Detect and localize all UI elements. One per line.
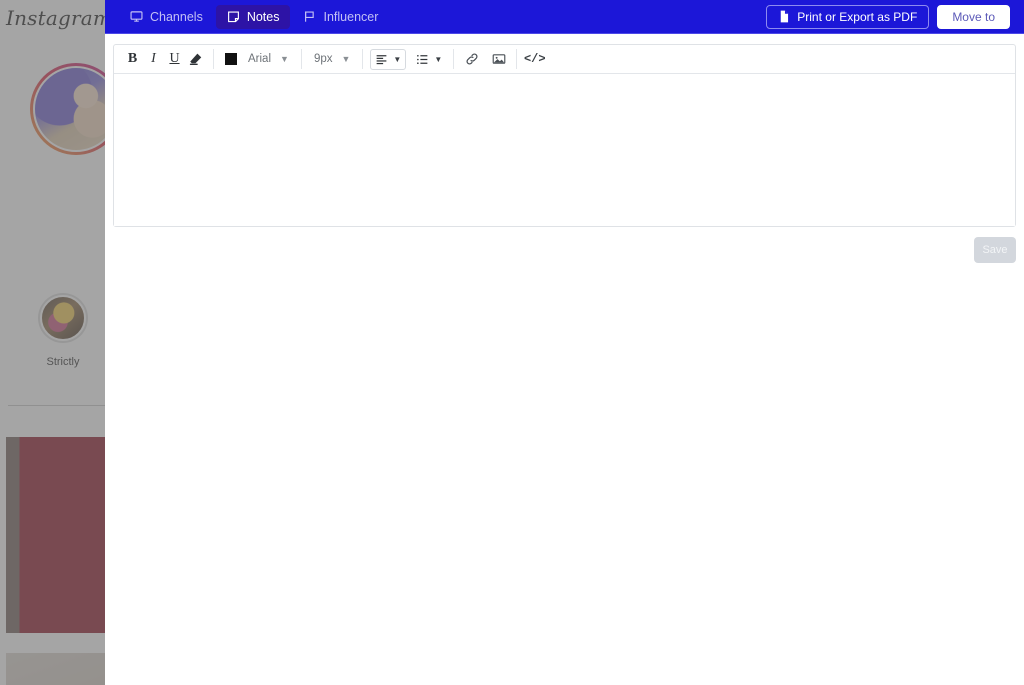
monitor-icon [130,10,143,23]
toolbar-separator [453,49,455,69]
list-dropdown[interactable]: ▼ [412,49,446,70]
font-size-select[interactable]: 9px ▼ [309,49,355,70]
align-dropdown[interactable]: ▼ [370,48,407,70]
image-icon[interactable] [488,49,509,70]
bold-button[interactable]: B [122,49,143,70]
tab-notes-label: Notes [246,9,280,24]
note-editor-textarea[interactable] [114,74,1015,226]
move-to-label: Move to [952,9,995,24]
tab-channels[interactable]: Channels [119,5,214,29]
font-family-value: Arial [248,53,272,65]
chevron-down-icon: ▼ [434,54,443,64]
flag-icon [303,10,316,23]
toolbar-group-text-style: B I U [118,45,210,73]
code-icon[interactable]: </> [524,49,546,70]
font-size-value: 9px [313,53,333,65]
top-navigation-bar: Channels Notes Influencer Print or Expor… [105,0,1024,34]
toolbar-group-paragraph: ▼ ▼ [366,45,450,73]
instagram-logo: Instagram [6,6,105,30]
editor-toolbar: B I U Arial ▼ 9px ▼ ▼ ▼ </> [114,45,1015,74]
editor-footer: Save [113,237,1016,263]
app-root: Instagram Strictly Channels Notes Influe… [0,0,1024,685]
chevron-down-icon: ▼ [393,54,402,64]
link-icon[interactable] [461,49,482,70]
align-left-icon [375,53,388,66]
note-editor: B I U Arial ▼ 9px ▼ ▼ ▼ </> Save [113,44,1016,263]
story-highlight-thumbnail [40,295,86,341]
underline-button[interactable]: U [164,49,185,70]
toolbar-group-size: 9px ▼ [305,45,359,73]
toolbar-separator [300,49,302,69]
print-or-export-pdf-button[interactable]: Print or Export as PDF [766,4,930,29]
story-highlight-strictly[interactable] [38,293,88,343]
toolbar-separator [362,49,364,69]
post-thumbnail[interactable] [6,437,105,633]
move-to-button[interactable]: Move to [937,4,1010,29]
tab-notes[interactable]: Notes [215,4,291,29]
story-highlight-label: Strictly [46,356,80,368]
instagram-preview-content: Instagram Strictly [0,0,105,685]
italic-button[interactable]: I [143,49,164,70]
toolbar-group-font: Arial ▼ [217,45,298,73]
toolbar-group-insert [457,45,513,73]
font-family-select[interactable]: Arial ▼ [243,49,294,70]
sidebar-divider [8,405,105,406]
post-thumbnail[interactable] [6,653,105,685]
topbar-actions: Print or Export as PDF Move to [766,4,1010,29]
bullet-list-icon [416,53,429,66]
profile-avatar-image [33,66,105,152]
note-editor-box: B I U Arial ▼ 9px ▼ ▼ ▼ </> [113,44,1016,227]
tab-influencer[interactable]: Influencer [292,5,389,29]
text-color-swatch[interactable] [225,53,237,65]
save-button[interactable]: Save [974,237,1016,263]
toolbar-separator [516,49,518,69]
file-icon [778,10,790,23]
chevron-down-icon: ▼ [341,54,351,64]
tab-influencer-label: Influencer [323,9,379,24]
profile-avatar [30,63,105,155]
chevron-down-icon: ▼ [280,54,289,64]
toolbar-separator [213,49,214,69]
print-or-export-pdf-label: Print or Export as PDF [797,9,918,24]
tab-channels-label: Channels [150,9,203,24]
note-icon [227,10,240,23]
eraser-icon[interactable] [185,49,206,70]
nav-tab-list: Channels Notes Influencer [119,4,389,29]
toolbar-group-code: </> [520,45,549,73]
instagram-preview-sidebar: Instagram Strictly [0,0,105,685]
